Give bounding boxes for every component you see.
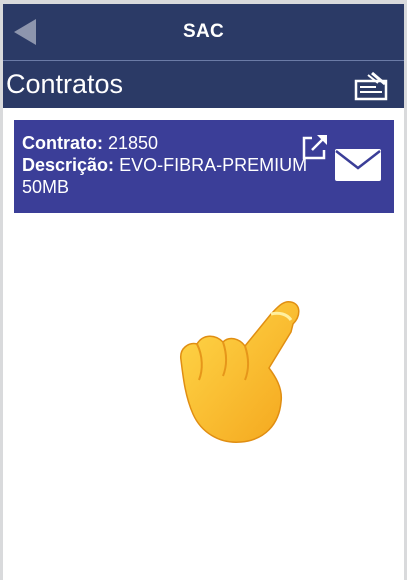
description-label: Descrição: — [22, 155, 115, 175]
notes-button[interactable] — [354, 71, 388, 101]
page-title: SAC — [182, 21, 224, 42]
top-navigation-bar: SAC — [3, 4, 404, 61]
section-header: Contratos — [3, 61, 404, 108]
contract-label: Contrato: — [22, 133, 103, 153]
section-title: Contratos — [6, 69, 124, 99]
mail-icon[interactable] — [334, 148, 382, 182]
contract-number: 21850 — [108, 133, 159, 153]
notes-icon — [354, 71, 388, 101]
pointing-hand-icon — [180, 300, 300, 443]
external-link-icon[interactable] — [300, 132, 330, 162]
app-screen: SAC Contratos Contrato: 21850 Descrição: — [3, 4, 404, 580]
description-value: EVO-FIBRA-PREMIUM — [119, 155, 308, 175]
contract-card[interactable]: Contrato: 21850 Descrição: EVO-FIBRA-PRE… — [14, 120, 394, 213]
contracts-list: Contrato: 21850 Descrição: EVO-FIBRA-PRE… — [3, 108, 404, 580]
description-extra: 50MB — [22, 177, 70, 197]
